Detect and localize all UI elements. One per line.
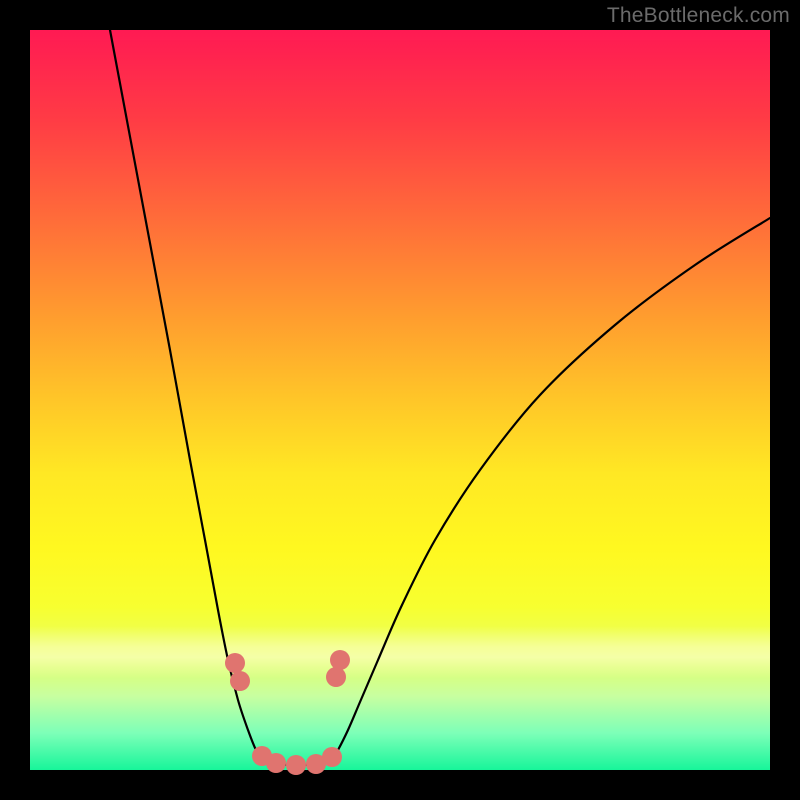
marker-dot	[225, 653, 245, 673]
marker-dot	[326, 667, 346, 687]
curve-right	[330, 218, 770, 763]
marker-dot	[330, 650, 350, 670]
marker-dots	[225, 650, 350, 775]
marker-dot	[230, 671, 250, 691]
marker-dot	[322, 747, 342, 767]
marker-dot	[286, 755, 306, 775]
watermark-text: TheBottleneck.com	[607, 4, 790, 28]
outer-frame: TheBottleneck.com	[0, 0, 800, 800]
curve-left	[110, 30, 264, 763]
marker-dot	[266, 753, 286, 773]
plot-area	[30, 30, 770, 770]
chart-svg	[30, 30, 770, 770]
